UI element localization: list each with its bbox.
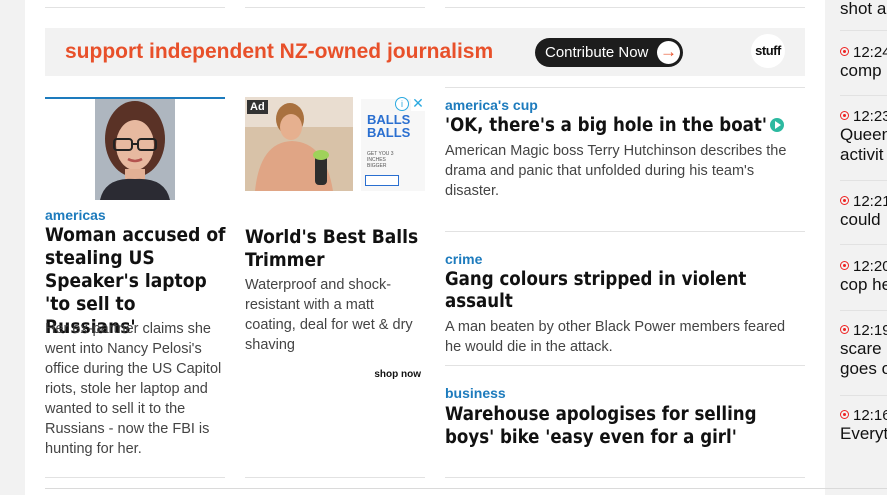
sidebar-item-time: 12:19 xyxy=(853,322,887,339)
sidebar-item-text[interactable]: activit xyxy=(840,145,887,165)
story-divider xyxy=(445,365,805,366)
sidebar-item-time: 12:24 xyxy=(853,44,887,61)
sidebar-item[interactable]: 12:20 cop he xyxy=(840,258,887,295)
ad-pack-title: BALLS BALLS xyxy=(367,112,411,140)
story-headline[interactable]: 'OK, there's a big hole in the boat' xyxy=(445,115,767,136)
sidebar-item[interactable]: 12:23 Queen activit xyxy=(840,108,887,165)
ad-pack-small: GET YOU 3 INCHES BIGGER xyxy=(367,151,394,169)
close-icon[interactable]: ✕ xyxy=(411,96,425,111)
bottom-divider xyxy=(245,477,425,478)
latest-news-sidebar: shot a 12:24 comp 12:23 Queen activit 12… xyxy=(825,0,887,467)
sidebar-item-text[interactable]: Everyt xyxy=(840,424,887,444)
story-card-main[interactable]: americas Woman accused of stealing US Sp… xyxy=(45,97,226,457)
story-card[interactable]: crime Gang colours stripped in violent a… xyxy=(445,251,805,357)
info-icon[interactable]: i xyxy=(395,97,409,111)
sidebar-item-time: 12:16 xyxy=(853,407,887,424)
sidebar-item-text[interactable]: cop he xyxy=(840,275,887,295)
sidebar-item-time: 12:23 xyxy=(853,108,887,125)
contribute-button-label: Contribute Now xyxy=(545,44,649,61)
top-divider xyxy=(445,7,805,8)
top-divider xyxy=(45,7,225,8)
story-summary: Her ex-partner claims she went into Nanc… xyxy=(45,321,222,457)
live-dot-icon xyxy=(840,196,849,205)
ad-headline[interactable]: World's Best Balls Trimmer xyxy=(245,226,425,272)
ad-product-pack: BALLS BALLS GET YOU 3 INCHES BIGGER xyxy=(361,99,425,191)
section-divider xyxy=(445,87,805,88)
ad-summary: Waterproof and shock-resistant with a ma… xyxy=(245,277,413,353)
sidebar-item[interactable]: 12:21 could xyxy=(840,193,887,230)
arrow-right-icon: → xyxy=(657,41,680,64)
story-category[interactable]: crime xyxy=(445,251,805,267)
story-photo[interactable] xyxy=(95,99,175,200)
sidebar-item-time: 12:21 xyxy=(853,193,887,210)
story-summary: A man beaten by other Black Power member… xyxy=(445,319,786,355)
story-card[interactable]: business Warehouse apologises for sellin… xyxy=(445,385,805,449)
story-headline[interactable]: Warehouse apologises for selling boys' b… xyxy=(445,403,805,449)
story-headline[interactable]: Gang colours stripped in violent assault xyxy=(445,269,805,313)
live-dot-icon xyxy=(840,47,849,56)
story-category[interactable]: americas xyxy=(45,207,106,223)
story-category[interactable]: business xyxy=(445,385,805,401)
sidebar-item[interactable]: 12:24 comp xyxy=(840,44,887,81)
sidebar-divider xyxy=(840,30,887,31)
sidebar-divider xyxy=(840,95,887,96)
sidebar-item[interactable]: 12:19 scare goes o xyxy=(840,322,887,379)
sidebar-item-text[interactable]: could xyxy=(840,210,887,230)
sidebar-divider xyxy=(840,395,887,396)
sidebar-item[interactable]: 12:16 Everyt xyxy=(840,407,887,444)
banner-tagline[interactable]: support independent NZ-owned journalism xyxy=(65,40,493,64)
sidebar-item-time: 12:20 xyxy=(853,258,887,275)
footer-divider xyxy=(45,488,887,489)
sidebar-item-text[interactable]: goes o xyxy=(840,359,887,379)
live-dot-icon xyxy=(840,111,849,120)
video-play-icon xyxy=(769,118,784,132)
story-summary: American Magic boss Terry Hutchinson des… xyxy=(445,143,787,199)
stuff-logo[interactable]: stuff xyxy=(751,34,785,68)
bottom-divider xyxy=(45,477,225,478)
live-dot-icon xyxy=(840,261,849,270)
top-divider xyxy=(245,7,425,8)
ad-pack-box xyxy=(365,175,399,186)
ad-badge: Ad xyxy=(247,100,268,114)
live-dot-icon xyxy=(840,410,849,419)
bottom-divider xyxy=(445,477,805,478)
sidebar-item-text[interactable]: comp xyxy=(840,61,887,81)
ad-shop-now-link[interactable]: shop now xyxy=(374,369,421,380)
ad-image[interactable]: Ad xyxy=(245,97,353,191)
sidebar-divider xyxy=(840,180,887,181)
story-divider xyxy=(445,231,805,232)
sidebar-item-text[interactable]: scare xyxy=(840,339,887,359)
live-dot-icon xyxy=(840,325,849,334)
contribute-banner[interactable]: support independent NZ-owned journalism … xyxy=(45,28,805,76)
story-card[interactable]: america's cup 'OK, there's a big hole in… xyxy=(445,97,805,201)
sidebar-divider xyxy=(840,244,887,245)
sidebar-item-text[interactable]: shot a xyxy=(840,0,886,19)
contribute-button[interactable]: Contribute Now → xyxy=(535,38,683,67)
portrait-image xyxy=(95,99,175,200)
story-category[interactable]: america's cup xyxy=(445,97,805,113)
sidebar-item-text[interactable]: Queen xyxy=(840,125,887,145)
sidebar-divider xyxy=(840,310,887,311)
